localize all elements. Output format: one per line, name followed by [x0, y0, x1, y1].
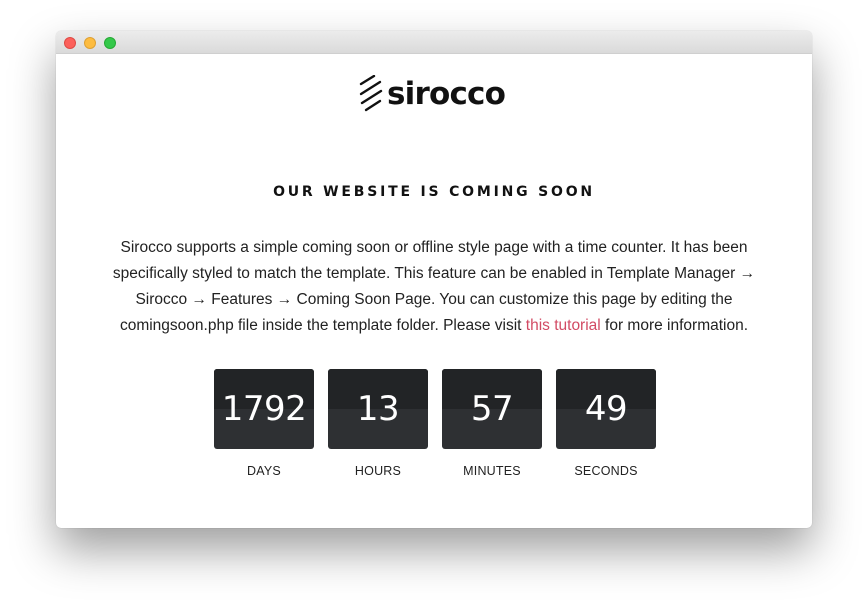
site-logo[interactable]: sirocco	[358, 74, 506, 114]
countdown-days-label: DAYS	[247, 464, 281, 478]
coming-soon-page: sirocco OUR WEBSITE IS COMING SOON Siroc…	[56, 54, 812, 528]
countdown-minutes-label: MINUTES	[463, 464, 521, 478]
page-description: Sirocco supports a simple coming soon or…	[96, 235, 772, 339]
diagonal-stripes-logo-icon	[359, 75, 383, 112]
countdown-days: 1792 DAYS	[214, 369, 314, 478]
countdown-days-box: 1792	[214, 369, 314, 449]
close-window-button[interactable]	[64, 37, 76, 49]
countdown-hours-box: 13	[328, 369, 428, 449]
countdown-seconds: 49 SECONDS	[556, 369, 656, 478]
minimize-window-button[interactable]	[84, 37, 96, 49]
logo-text: sirocco	[387, 76, 506, 112]
browser-window: sirocco OUR WEBSITE IS COMING SOON Siroc…	[56, 31, 812, 528]
maximize-window-button[interactable]	[104, 37, 116, 49]
window-titlebar	[56, 31, 812, 54]
countdown-hours-value: 13	[356, 389, 400, 429]
countdown-seconds-box: 49	[556, 369, 656, 449]
countdown-minutes-box: 57	[442, 369, 542, 449]
countdown-seconds-value: 49	[584, 389, 628, 429]
countdown-seconds-label: SECONDS	[574, 464, 638, 478]
countdown-minutes: 57 MINUTES	[442, 369, 542, 478]
countdown-hours-label: HOURS	[354, 464, 402, 478]
page-title: OUR WEBSITE IS COMING SOON	[273, 184, 595, 200]
countdown-minutes-value: 57	[470, 389, 514, 429]
countdown-days-value: 1792	[221, 389, 307, 429]
tutorial-link[interactable]: this tutorial	[526, 317, 601, 334]
description-text-after: for more information.	[600, 317, 749, 334]
countdown-hours: 13 HOURS	[328, 369, 428, 478]
